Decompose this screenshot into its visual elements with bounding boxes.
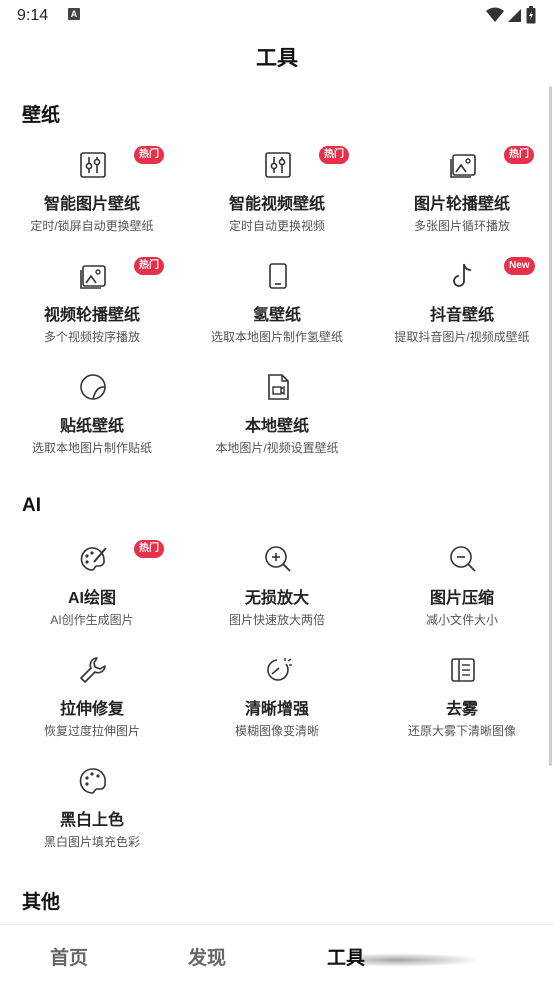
nav-home[interactable]: 首页 — [50, 943, 88, 970]
tool-desc: 选取本地图片制作贴纸 — [31, 441, 152, 455]
tool-lossless-upscale[interactable]: 无损放大 图片快速放大两倍 — [185, 544, 369, 644]
hot-badge: 热门 — [134, 540, 164, 558]
section-title-ai: AI — [22, 495, 41, 516]
tool-stretch-repair[interactable]: 拉伸修复 恢复过度拉伸图片 — [0, 655, 184, 755]
enhance-icon — [263, 655, 293, 685]
tool-image-compress[interactable]: 图片压缩 减小文件大小 — [370, 544, 554, 644]
palette-icon — [78, 766, 108, 796]
status-bar: 9:14 A — [0, 0, 554, 32]
tool-name: AI绘图 — [67, 590, 116, 607]
zoom-in-icon — [263, 544, 293, 574]
tool-name: 贴纸壁纸 — [59, 418, 124, 435]
zoom-out-icon — [448, 544, 478, 574]
tool-desc: 还原大雾下清晰图像 — [407, 724, 516, 738]
tool-name: 图片压缩 — [429, 590, 494, 607]
tool-desc: 定时/锁屏自动更换壁纸 — [30, 219, 154, 233]
tool-name: 清晰增强 — [244, 701, 309, 718]
tool-desc: 黑白图片填充色彩 — [43, 835, 140, 849]
image-stack-icon — [78, 261, 108, 291]
tool-name: 智能图片壁纸 — [43, 196, 140, 213]
sliders-icon — [263, 150, 293, 180]
nav-discover[interactable]: 发现 — [188, 943, 226, 970]
tool-ai-drawing[interactable]: 热门 AI绘图 AI创作生成图片 — [0, 540, 184, 644]
tiktok-icon — [448, 261, 478, 291]
tool-name: 图片轮播壁纸 — [413, 196, 510, 213]
tool-desc: 图片快速放大两倍 — [228, 613, 325, 627]
tool-video-carousel-wallpaper[interactable]: 热门 视频轮播壁纸 多个视频按序播放 — [0, 257, 184, 361]
hot-badge: 热门 — [134, 146, 164, 164]
tool-desc: 本地图片/视频设置壁纸 — [215, 441, 339, 455]
notification-a-icon: A — [68, 8, 80, 20]
new-badge: New — [504, 257, 535, 275]
tool-name: 黑白上色 — [59, 812, 124, 829]
tool-name: 本地壁纸 — [244, 418, 309, 435]
bottom-nav: 首页 发现 工具 — [0, 924, 554, 984]
tool-name: 智能视频壁纸 — [228, 196, 325, 213]
scrollbar[interactable] — [549, 86, 552, 766]
tool-desc: AI创作生成图片 — [50, 613, 134, 627]
battery-icon — [526, 6, 536, 24]
tool-smart-image-wallpaper[interactable]: 热门 智能图片壁纸 定时/锁屏自动更换壁纸 — [0, 146, 184, 250]
tool-name: 氢壁纸 — [252, 307, 301, 324]
page-title: 工具 — [256, 47, 298, 70]
tool-clarity-enhance[interactable]: 清晰增强 模糊图像变清晰 — [185, 655, 369, 755]
palette-brush-icon — [78, 544, 108, 574]
tool-desc: 减小文件大小 — [425, 613, 498, 627]
tools-scroll-area[interactable]: 壁纸 热门 智能图片壁纸 定时/锁屏自动更换壁纸 热门 智能视频壁纸 定时自动更… — [0, 84, 554, 924]
tool-sticker-wallpaper[interactable]: 贴纸壁纸 选取本地图片制作贴纸 — [0, 372, 184, 472]
section-title-wallpaper: 壁纸 — [22, 105, 61, 126]
tool-desc: 定时自动更换视频 — [228, 219, 325, 233]
hot-badge: 热门 — [504, 146, 534, 164]
tool-desc: 选取本地图片制作氢壁纸 — [210, 330, 343, 344]
hot-badge: 热门 — [134, 257, 164, 275]
signal-icon — [508, 9, 521, 22]
tool-desc: 模糊图像变清晰 — [234, 724, 319, 738]
status-right — [486, 6, 536, 24]
tool-smart-video-wallpaper[interactable]: 热门 智能视频壁纸 定时自动更换视频 — [185, 146, 369, 250]
tool-desc: 恢复过度拉伸图片 — [43, 724, 140, 738]
image-stack-icon — [448, 150, 478, 180]
tool-image-carousel-wallpaper[interactable]: 热门 图片轮播壁纸 多张图片循环播放 — [370, 146, 554, 250]
wifi-icon — [486, 7, 504, 22]
tool-desc: 多个视频按序播放 — [43, 330, 140, 344]
tool-name: 去雾 — [445, 701, 478, 718]
tool-name: 拉伸修复 — [59, 701, 124, 718]
dehaze-icon — [448, 655, 478, 685]
tool-name: 无损放大 — [244, 590, 309, 607]
sliders-icon — [78, 150, 108, 180]
tool-hydrogen-wallpaper[interactable]: 氢壁纸 选取本地图片制作氢壁纸 — [185, 261, 369, 361]
tool-local-wallpaper[interactable]: 本地壁纸 本地图片/视频设置壁纸 — [185, 372, 369, 472]
tool-name: 视频轮播壁纸 — [43, 307, 140, 324]
wrench-icon — [78, 655, 108, 685]
nav-active-indicator — [362, 953, 482, 967]
tool-colorize[interactable]: 黑白上色 黑白图片填充色彩 — [0, 766, 184, 866]
tool-name: 抖音壁纸 — [429, 307, 494, 324]
file-video-icon — [263, 372, 293, 402]
phone-icon — [263, 261, 293, 291]
tool-douyin-wallpaper[interactable]: New 抖音壁纸 提取抖音图片/视频成壁纸 — [370, 257, 554, 361]
section-title-other: 其他 — [22, 892, 61, 913]
sticker-icon — [78, 372, 108, 402]
hot-badge: 热门 — [319, 146, 349, 164]
status-time: 9:14 — [17, 7, 49, 24]
tool-desc: 多张图片循环播放 — [413, 219, 510, 233]
nav-tools[interactable]: 工具 — [327, 943, 365, 970]
tool-desc: 提取抖音图片/视频成壁纸 — [394, 330, 530, 344]
tool-dehaze[interactable]: 去雾 还原大雾下清晰图像 — [370, 655, 554, 755]
